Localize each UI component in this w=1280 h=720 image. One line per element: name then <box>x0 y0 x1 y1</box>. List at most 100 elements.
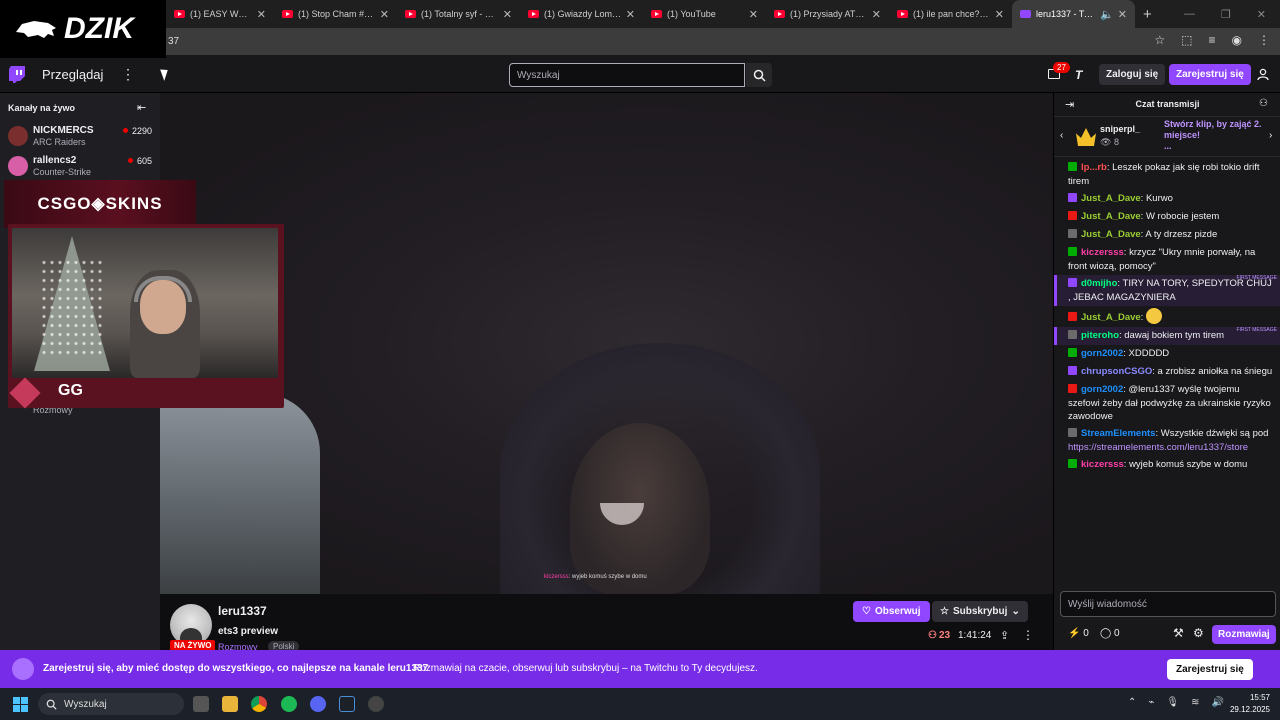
badge-icon <box>1068 278 1077 287</box>
browser-tab[interactable]: (1) Stop Cham #1395 ✕ <box>274 0 397 28</box>
chat-username[interactable]: StreamElements <box>1081 428 1155 439</box>
extensions-icon[interactable]: ⬚ <box>1181 33 1192 47</box>
collapse-sidebar-icon[interactable]: ⇤ <box>137 101 146 114</box>
wifi-icon[interactable]: ≋ <box>1191 697 1199 708</box>
chat-username[interactable]: piteroho <box>1081 330 1119 341</box>
points-counter[interactable]: ◯ 0 <box>1100 628 1120 639</box>
chat-username[interactable]: lp...rb <box>1081 162 1107 173</box>
browser-tab-active[interactable]: leru1337 - Twitch🔈✕ <box>1012 0 1135 28</box>
browser-tab[interactable]: (1) ile pan chce? - You✕ <box>889 0 1012 28</box>
chat-username[interactable]: Just_A_Dave <box>1081 229 1141 240</box>
browser-tab-strip: (1) EASY WYJAWIA BR✕ (1) Stop Cham #1395… <box>0 0 1280 28</box>
viewer-count: 2290 <box>123 126 152 136</box>
chat-badges <box>1068 384 1079 397</box>
turbo-icon[interactable]: T <box>1075 68 1082 82</box>
media-icon[interactable]: ≡ <box>1209 33 1216 47</box>
close-window-icon[interactable]: ✕ <box>1257 8 1266 21</box>
user-icon[interactable] <box>1257 68 1269 80</box>
signup-button[interactable]: Zarejestruj się <box>1169 64 1251 85</box>
close-icon[interactable]: ✕ <box>749 8 758 21</box>
file-explorer-icon[interactable] <box>222 696 238 712</box>
subscribe-button[interactable]: ☆ Subskrybuj ⌄ <box>932 601 1028 622</box>
badge-icon <box>1068 193 1077 202</box>
chrome-icon[interactable] <box>251 696 267 712</box>
close-icon[interactable]: ✕ <box>503 8 512 21</box>
stream-info: NA ŻYWO leru1337 ets3 preview Rozmowy Po… <box>160 594 1053 652</box>
stream-uptime: 1:41:24 <box>958 630 992 641</box>
chat-username[interactable]: gorn2002 <box>1081 348 1123 359</box>
chat-username[interactable]: chrupsonCSGO <box>1081 366 1152 377</box>
url-text[interactable]: 37 <box>168 36 179 47</box>
video-player[interactable]: kiczersss: wyjeb komuś szybe w domu <box>160 93 1053 594</box>
profile-icon[interactable]: ◉ <box>1232 33 1242 47</box>
chat-username[interactable]: Just_A_Dave <box>1081 211 1141 222</box>
chat-message: FIRST MESSAGE piteroho: dawaj bokiem tym … <box>1054 327 1280 345</box>
taskbar-clock[interactable]: 15:57 29.12.2025 <box>1226 692 1270 716</box>
chevron-right-icon[interactable]: › <box>1269 130 1272 141</box>
gear-icon[interactable]: ⚙ <box>1193 626 1204 640</box>
close-icon[interactable]: ✕ <box>380 8 389 21</box>
mod-tools-icon[interactable]: ⚒ <box>1173 626 1184 640</box>
share-icon[interactable]: ⇪ <box>1000 629 1009 642</box>
chat-send-button[interactable]: Rozmawiaj <box>1212 625 1276 644</box>
chat-footer: ⚡ 0 ◯ 0 ⚒ ⚙ Rozmawiaj <box>1054 622 1280 646</box>
follow-button[interactable]: ♡ Obserwuj <box>853 601 930 622</box>
chat-username[interactable]: kiczersss <box>1081 247 1124 258</box>
browser-tab[interactable]: (1) Przysiady ATG sup✕ <box>766 0 889 28</box>
streamer-name[interactable]: leru1337 <box>218 604 267 618</box>
chat-input[interactable] <box>1060 591 1276 617</box>
search-button[interactable] <box>746 63 772 87</box>
volume-icon[interactable]: 🔊 <box>1212 697 1224 708</box>
bookmark-star-icon[interactable]: ☆ <box>1154 33 1165 47</box>
new-tab-button[interactable]: + <box>1143 6 1152 23</box>
browser-tab[interactable]: (1) Totalny syf - YouTu✕ <box>397 0 520 28</box>
browser-tab[interactable]: (1) Gwiazdy Lombardu✕ <box>520 0 643 28</box>
browser-menu-icon[interactable]: ⋮ <box>1258 33 1270 47</box>
chat-users-icon[interactable]: ⚇ <box>1259 98 1268 109</box>
more-options-icon[interactable]: ⋮ <box>121 66 135 83</box>
network-icon[interactable]: ⌁ <box>1148 697 1154 708</box>
sidebar-channel[interactable]: NICKMERCS ARC Raiders 2290 <box>8 123 154 151</box>
spotify-icon[interactable] <box>281 696 297 712</box>
close-icon[interactable]: ✕ <box>626 8 635 21</box>
chevron-left-icon[interactable]: ‹ <box>1060 130 1063 141</box>
task-view-icon[interactable] <box>193 696 209 712</box>
login-button[interactable]: Zaloguj się <box>1099 64 1166 85</box>
close-icon[interactable]: ✕ <box>1118 8 1127 21</box>
search-input[interactable] <box>509 63 745 87</box>
chat-link[interactable]: https://streamelements.com/leru1337/stor… <box>1068 442 1248 453</box>
browser-tab[interactable]: (1) EASY WYJAWIA BR✕ <box>166 0 274 28</box>
chat-username[interactable]: Just_A_Dave <box>1081 312 1141 323</box>
chat-username[interactable]: kiczersss <box>1081 459 1124 470</box>
mute-icon[interactable]: 🔈 <box>1100 8 1114 21</box>
badge-icon <box>1068 384 1077 393</box>
webcam-video <box>12 228 278 378</box>
close-icon[interactable]: ✕ <box>257 8 266 21</box>
chat-text: : Wszystkie dźwięki są pod <box>1155 428 1269 439</box>
maximize-icon[interactable]: ❐ <box>1221 8 1231 21</box>
tray-expand-icon[interactable]: ⌃ <box>1128 697 1136 708</box>
chat-badges <box>1068 459 1079 472</box>
obs-icon[interactable] <box>368 696 384 712</box>
windows-start-icon[interactable] <box>13 697 28 712</box>
twitch-logo-icon[interactable] <box>9 66 25 83</box>
promo-signup-button[interactable]: Zarejestruj się <box>1167 659 1253 680</box>
browse-link[interactable]: Przeglądaj <box>42 67 103 82</box>
browser-tab[interactable]: (1) YouTube ✕ <box>643 0 766 28</box>
microphone-icon[interactable]: 🎙 <box>1166 697 1179 708</box>
promo-headline: Zarejestruj się, aby mieć dostęp do wszy… <box>43 663 429 674</box>
bits-counter[interactable]: ⚡ 0 <box>1068 628 1089 639</box>
chat-username[interactable]: Just_A_Dave <box>1081 193 1141 204</box>
chat-username[interactable]: d0mijho <box>1081 278 1117 289</box>
youtube-icon <box>774 10 785 18</box>
minimize-icon[interactable]: — <box>1184 8 1195 20</box>
webcam-logos: GG <box>8 377 148 409</box>
chat-username[interactable]: gorn2002 <box>1081 384 1123 395</box>
app-icon[interactable] <box>339 696 355 712</box>
taskbar-search[interactable]: Wyszukaj <box>38 693 184 715</box>
close-icon[interactable]: ✕ <box>995 8 1004 21</box>
leaderboard-clip-prompt[interactable]: Stwórz klip, by zająć 2. miejsce!... <box>1164 119 1264 152</box>
close-icon[interactable]: ✕ <box>872 8 881 21</box>
more-options-icon[interactable]: ⋮ <box>1022 628 1034 642</box>
discord-icon[interactable] <box>310 696 326 712</box>
